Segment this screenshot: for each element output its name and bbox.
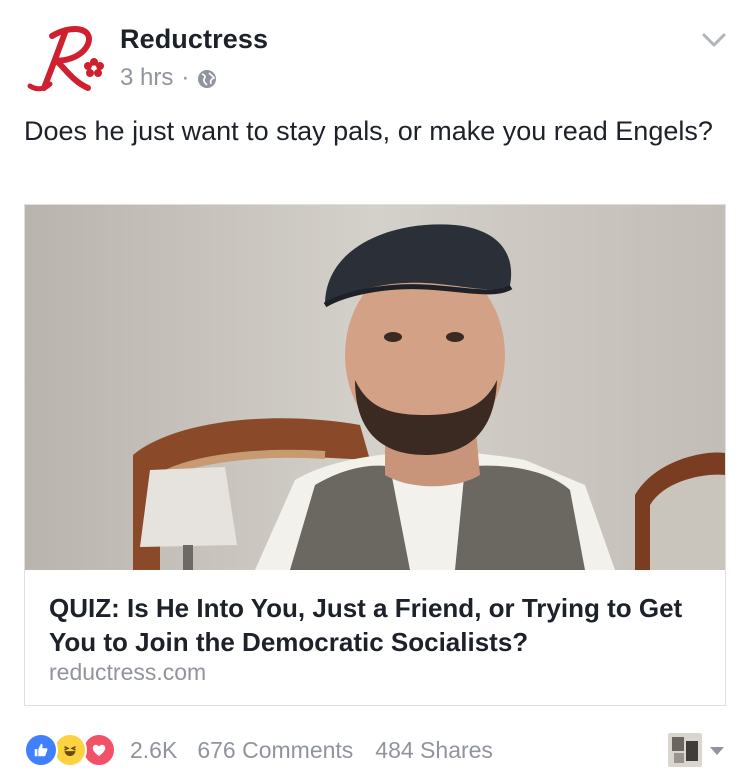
link-preview-image[interactable] <box>25 205 725 570</box>
avatar <box>668 733 702 767</box>
reductress-logo[interactable] <box>22 18 106 98</box>
reaction-count[interactable]: 2.6K <box>130 737 177 764</box>
post-menu-chevron-icon[interactable] <box>702 32 726 48</box>
haha-icon <box>53 733 87 767</box>
shares-count[interactable]: 484 Shares <box>375 737 493 764</box>
comments-count[interactable]: 676 Comments <box>197 737 353 764</box>
post-timestamp[interactable]: 3 hrs <box>120 64 173 92</box>
engagement-bar: 2.6K 676 Comments 484 Shares <box>24 733 726 767</box>
facebook-post: Reductress 3 hrs · Does he just want to … <box>0 0 750 783</box>
photo-man-in-cap <box>25 205 725 570</box>
page-name[interactable]: Reductress <box>120 24 268 55</box>
logo-r-icon <box>27 26 104 92</box>
post-text: Does he just want to stay pals, or make … <box>24 116 713 146</box>
flower-icon <box>84 58 104 77</box>
link-preview-card[interactable]: QUIZ: Is He Into You, Just a Friend, or … <box>24 204 726 706</box>
like-icon <box>24 733 58 767</box>
globe-icon[interactable] <box>197 68 217 88</box>
share-as-selector[interactable] <box>668 733 726 767</box>
chevron-down-icon <box>708 744 726 756</box>
link-title[interactable]: QUIZ: Is He Into You, Just a Friend, or … <box>49 591 699 659</box>
meta-separator: · <box>181 64 190 91</box>
reaction-icons[interactable] <box>24 733 120 767</box>
love-icon <box>82 733 116 767</box>
post-meta: 3 hrs · <box>120 64 217 92</box>
link-domain: reductress.com <box>49 659 207 685</box>
